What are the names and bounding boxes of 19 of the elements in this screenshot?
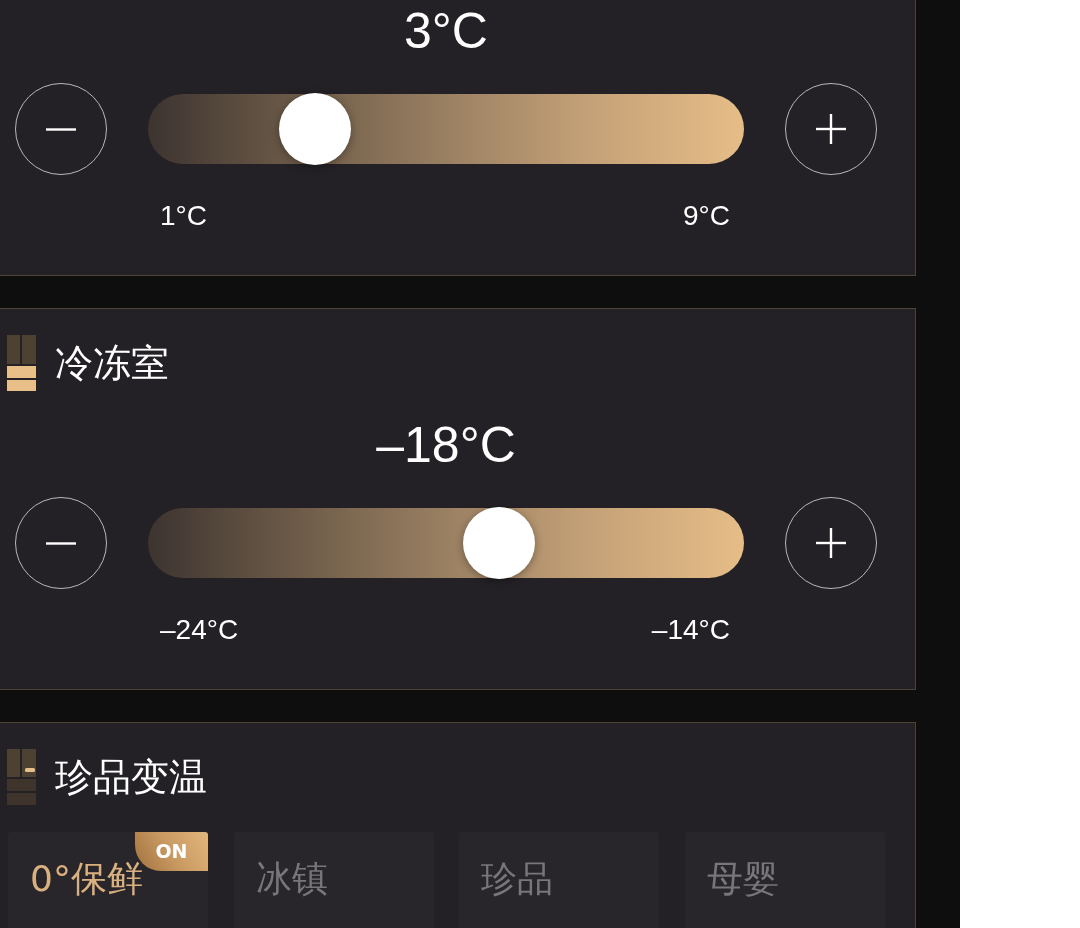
slider-thumb[interactable] xyxy=(462,507,535,579)
min-temperature-label: –24°C xyxy=(160,615,239,645)
section-title: 珍品变温 xyxy=(55,755,207,799)
section-title: 冷冻室 xyxy=(55,341,169,385)
mode-tab[interactable]: 母婴 xyxy=(684,832,885,928)
max-temperature-label: 9°C xyxy=(683,201,730,231)
temperature-value: –18°C xyxy=(375,419,517,471)
fridge-icon xyxy=(7,749,36,805)
mode-tab[interactable]: 珍品 xyxy=(459,832,660,928)
temperature-value: 3°C xyxy=(403,5,489,57)
max-temperature-label: –14°C xyxy=(651,615,730,645)
fridge-icon xyxy=(7,335,36,391)
plus-icon xyxy=(816,114,846,144)
minus-icon xyxy=(46,127,76,131)
min-temperature-label: 1°C xyxy=(160,201,207,231)
mode-tab[interactable]: 冰镇 xyxy=(233,832,434,928)
slider-thumb[interactable] xyxy=(278,93,351,165)
minus-icon xyxy=(46,541,76,545)
plus-icon xyxy=(816,528,846,558)
